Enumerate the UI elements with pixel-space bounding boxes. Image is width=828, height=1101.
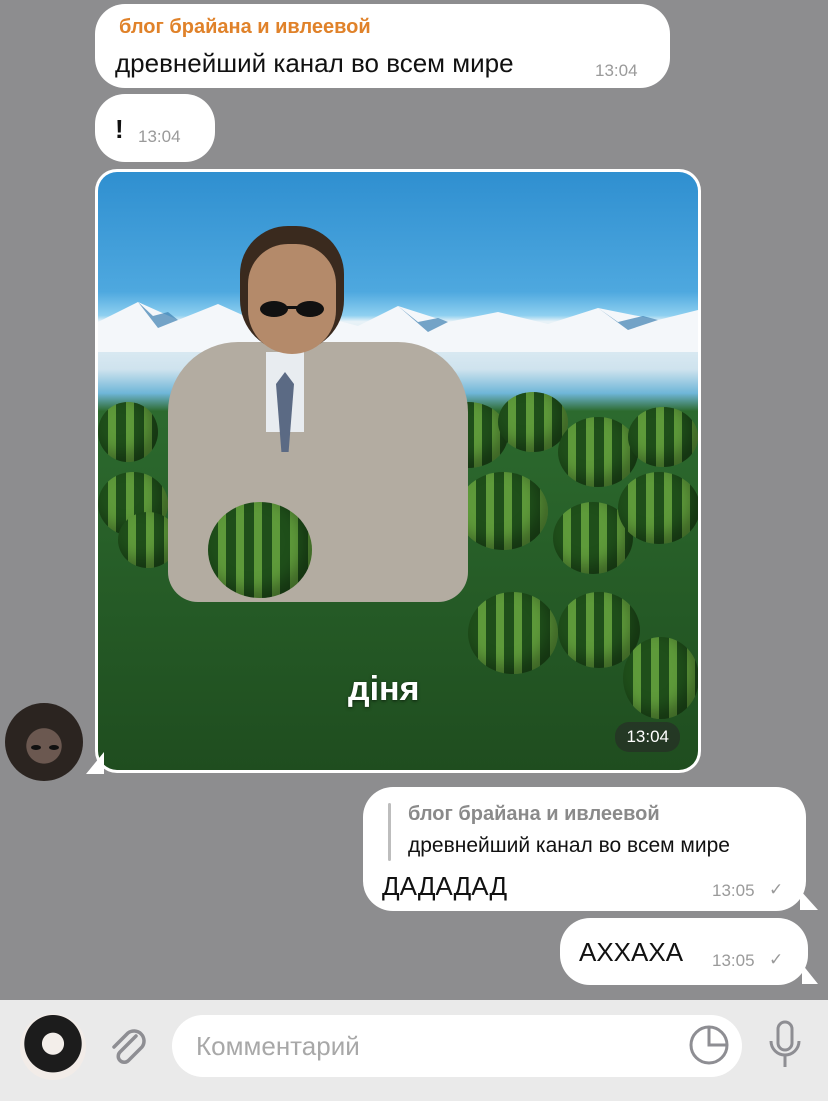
watermelon [623,637,698,719]
user-avatar[interactable] [20,1014,86,1080]
paperclip-icon[interactable] [104,1022,152,1070]
image-caption: діня [348,670,420,708]
watermelon [208,502,312,598]
avatar-eye [49,745,59,750]
message-time: 13:05 [712,881,755,900]
sticker-icon[interactable] [688,1024,730,1066]
read-check-icon: ✓ [769,950,784,969]
reply-text[interactable]: древнейший канал во всем мире [408,834,730,858]
message-text: АХХАХА [579,937,684,967]
watermelon [458,472,548,550]
person-head [248,244,336,354]
message-time: 13:04 [138,127,181,146]
reply-bar [388,803,391,861]
message-text: ДАДАДАД [382,871,508,901]
message-bubble[interactable]: блог брайана и ивлеевой древнейший канал… [363,787,806,911]
message-text: ! [115,114,124,144]
watermelon [618,472,698,544]
message-bubble[interactable]: блог брайана и ивлеевой древнейший канал… [95,4,670,88]
avatar[interactable] [5,703,83,781]
message-time: 13:04 [615,722,680,752]
reply-sender[interactable]: блог брайана и ивлеевой [408,803,660,826]
read-check-icon: ✓ [769,880,784,899]
comment-input[interactable]: Комментарий [172,1015,742,1077]
message-text: древнейший канал во всем мире [115,48,514,78]
message-bubble[interactable]: ! 13:04 [95,94,215,162]
bubble-tail [802,964,818,984]
watermelon [98,402,158,462]
microphone-icon[interactable] [764,1019,806,1071]
watermelon [498,392,568,452]
meme-photo[interactable]: діня 13:04 [98,172,698,770]
message-time: 13:04 [595,61,638,80]
watermelon [628,407,698,467]
message-sender[interactable]: блог брайана и ивлеевой [119,16,371,39]
avatar-eye [31,745,41,750]
photo-message[interactable]: діня 13:04 [95,169,701,773]
bubble-tail [86,752,104,774]
watermelon [468,592,558,674]
sunglasses [260,301,324,317]
message-bubble[interactable]: АХХАХА 13:05 ✓ [560,918,808,985]
bubble-tail [800,890,818,910]
message-time: 13:05 [712,951,755,970]
watermelon [558,417,638,487]
